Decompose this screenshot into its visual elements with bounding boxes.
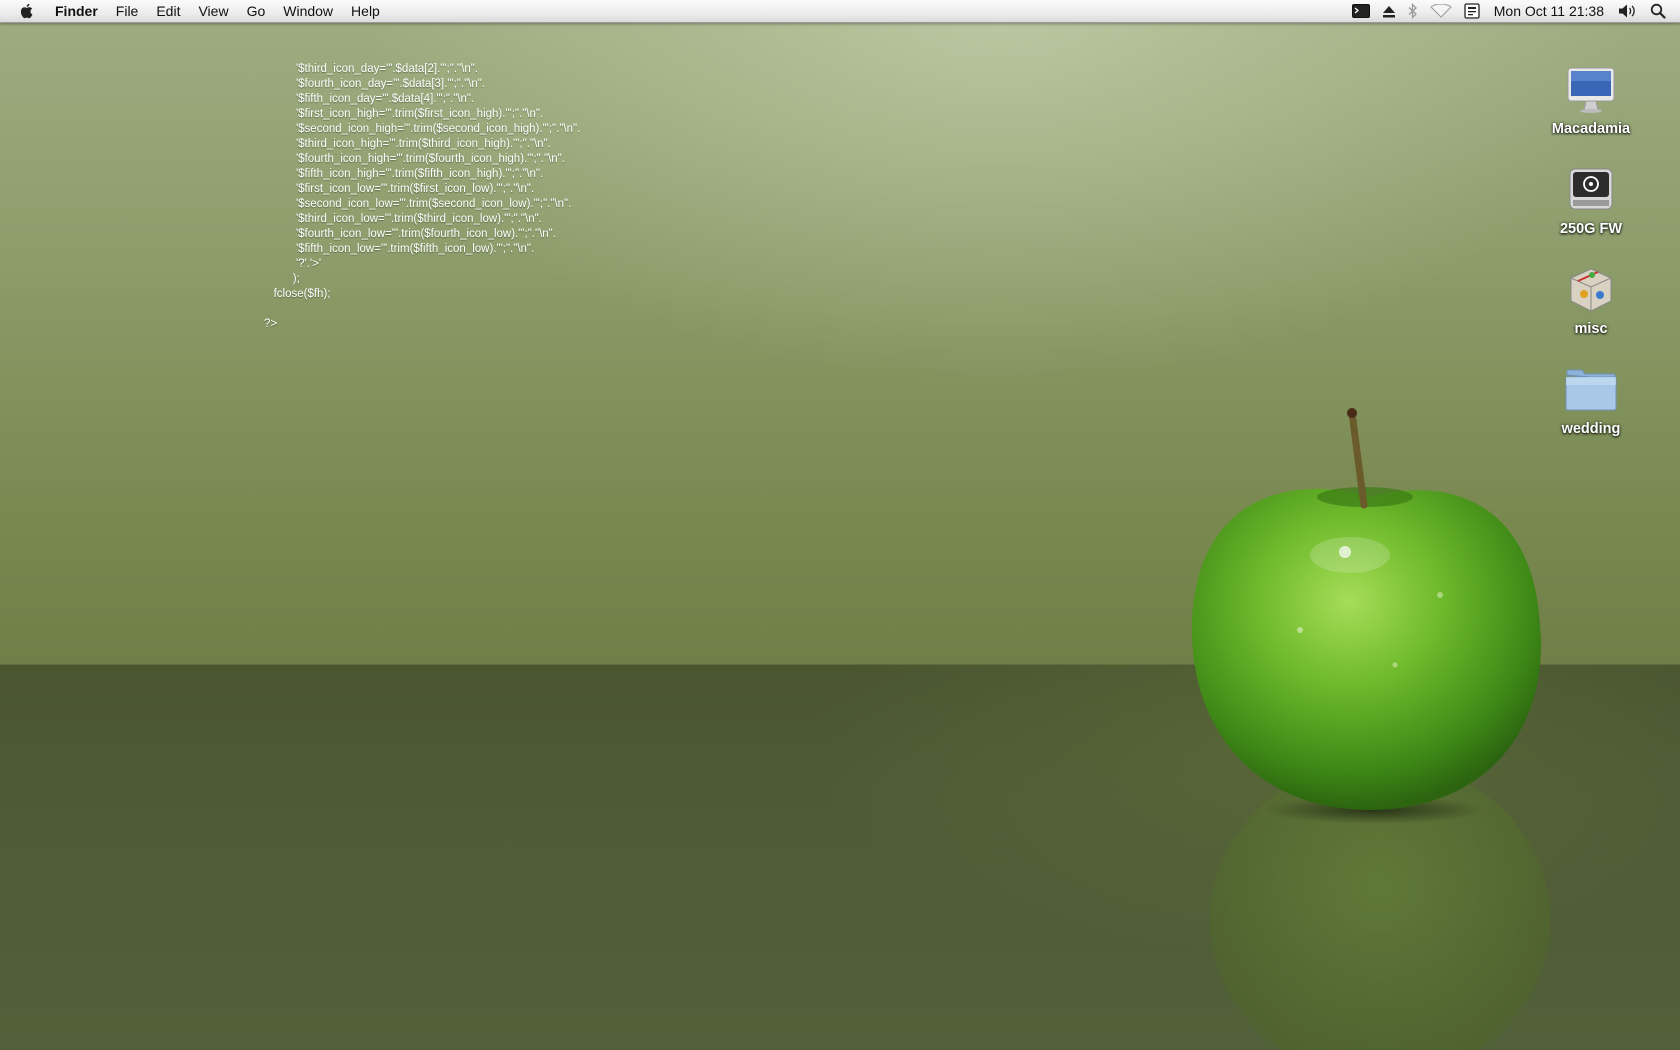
- desktop-icon-misc[interactable]: misc: [1526, 262, 1656, 337]
- menu-window[interactable]: Window: [274, 0, 342, 22]
- desktop-icon-250g-fw[interactable]: 250G FW: [1526, 162, 1656, 237]
- code-line: '$third_icon_day='".$data[2]."';"."\n".: [264, 63, 478, 75]
- code-line: '$first_icon_low='".trim($first_icon_low…: [264, 183, 535, 195]
- code-line: ?>: [264, 318, 278, 330]
- desktop-code-text: '$third_icon_day='".$data[2]."';"."\n". …: [264, 62, 724, 337]
- code-line: fclose($fh);: [264, 288, 331, 300]
- menu-edit[interactable]: Edit: [147, 0, 189, 22]
- code-line: '$fifth_icon_day='".$data[4]."';"."\n".: [264, 93, 475, 105]
- spotlight-search-icon[interactable]: [1644, 0, 1680, 22]
- code-line: '$third_icon_low='".trim($third_icon_low…: [264, 213, 542, 225]
- menu-file[interactable]: File: [107, 0, 148, 22]
- code-line: '$fourth_icon_high='".trim($fourth_icon_…: [264, 153, 565, 165]
- package-box-icon: [1563, 262, 1619, 318]
- desktop-icon-label: 250G FW: [1559, 221, 1623, 237]
- menu-go[interactable]: Go: [238, 0, 275, 22]
- code-line: '$second_icon_low='".trim($second_icon_l…: [264, 198, 572, 210]
- imac-computer-icon: [1563, 62, 1619, 118]
- firewire-drive-icon: [1563, 162, 1619, 218]
- desktop-icon-macadamia[interactable]: Macadamia: [1526, 62, 1656, 137]
- code-line: '$fourth_icon_low='".trim($fourth_icon_l…: [264, 228, 556, 240]
- wifi-icon[interactable]: [1424, 0, 1458, 22]
- code-line: '$fifth_icon_low='".trim($fifth_icon_low…: [264, 243, 535, 255]
- menu-extras: Mon Oct 11 21:38: [1346, 0, 1680, 22]
- desktop-icon-label: misc: [1574, 321, 1608, 337]
- code-line: '$fifth_icon_high='".trim($fifth_icon_hi…: [264, 168, 544, 180]
- desktop-icon-label: wedding: [1561, 421, 1621, 437]
- folder-icon: [1563, 362, 1619, 418]
- bluetooth-icon[interactable]: [1402, 0, 1424, 22]
- code-line: );: [264, 273, 300, 285]
- code-line: '?'.'>': [264, 258, 322, 270]
- menu-finder[interactable]: Finder: [46, 0, 107, 22]
- menu-clock[interactable]: Mon Oct 11 21:38: [1486, 0, 1612, 22]
- menu-help[interactable]: Help: [342, 0, 389, 22]
- code-line: '$fourth_icon_day='".$data[3]."';"."\n".: [264, 78, 486, 90]
- eject-icon[interactable]: [1376, 0, 1402, 22]
- desktop-icon-wedding[interactable]: wedding: [1526, 362, 1656, 437]
- apple-logo-icon[interactable]: [16, 0, 38, 22]
- terminal-icon[interactable]: [1346, 0, 1376, 22]
- volume-icon[interactable]: [1612, 0, 1644, 22]
- code-line: '$second_icon_high='".trim($second_icon_…: [264, 123, 581, 135]
- desktop[interactable]: Finder File Edit View Go Window Help Mon…: [0, 0, 1680, 1050]
- menu-bar: Finder File Edit View Go Window Help Mon…: [0, 0, 1680, 23]
- code-line: '$first_icon_high='".trim($first_icon_hi…: [264, 108, 544, 120]
- desktop-icon-label: Macadamia: [1551, 121, 1631, 137]
- input-menu-icon[interactable]: [1458, 0, 1486, 22]
- code-line: '$third_icon_high='".trim($third_icon_hi…: [264, 138, 551, 150]
- green-apple-wallpaper: [1191, 408, 1550, 1050]
- menu-view[interactable]: View: [189, 0, 237, 22]
